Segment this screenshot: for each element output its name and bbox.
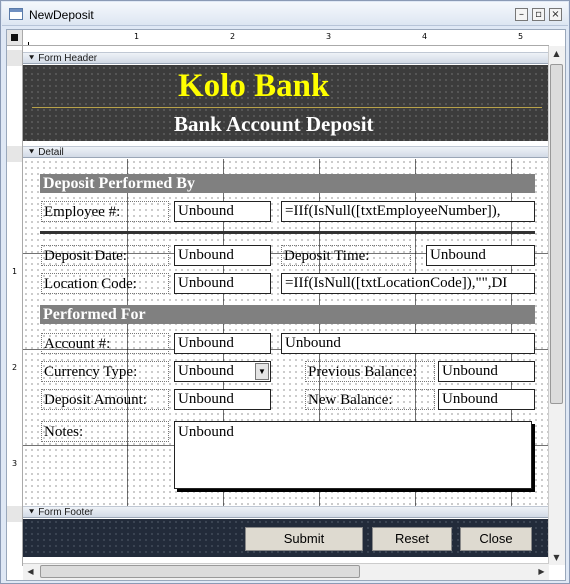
form-header-section: Kolo Bank Bank Account Deposit — [23, 65, 548, 141]
ruler-2: 2 — [230, 32, 236, 41]
ruler-1: 1 — [134, 32, 140, 41]
vruler-1: 1 — [12, 267, 18, 276]
minimize-icon[interactable]: – — [515, 8, 528, 21]
submit-button[interactable]: Submit — [245, 527, 363, 551]
ruler-5: 5 — [518, 32, 524, 41]
deposit-amount-label[interactable]: Deposit Amount: — [41, 389, 169, 410]
employee-number-field[interactable]: Unbound — [174, 201, 271, 222]
account-number-label[interactable]: Account #: — [41, 333, 169, 354]
footer-selector[interactable] — [7, 506, 23, 522]
scroll-left-icon[interactable]: ◀ — [23, 564, 38, 579]
performed-by-header[interactable]: Deposit Performed By — [40, 174, 535, 193]
vruler-3: 3 — [12, 459, 18, 468]
close-icon[interactable]: × — [549, 8, 562, 21]
previous-balance-label[interactable]: Previous Balance: — [305, 361, 435, 382]
vertical-scroll-thumb[interactable] — [550, 64, 563, 404]
scroll-down-icon[interactable]: ▼ — [549, 550, 564, 565]
location-code-field[interactable]: Unbound — [174, 273, 271, 294]
horizontal-ruler: 1 2 3 4 5 — [23, 30, 549, 46]
currency-type-combo[interactable]: Unbound ▼ — [174, 361, 271, 382]
header-selector[interactable] — [7, 50, 23, 66]
deposit-date-field[interactable]: Unbound — [174, 245, 271, 266]
form-header-bar[interactable]: ⯆ Form Header — [23, 52, 549, 64]
detail-section: Deposit Performed By Employee #: Unbound… — [23, 159, 549, 506]
employee-label[interactable]: Employee #: — [41, 201, 169, 222]
new-balance-field[interactable]: Unbound — [438, 389, 535, 410]
header-divider — [32, 107, 542, 108]
horizontal-scroll-thumb[interactable] — [40, 565, 360, 578]
currency-type-value: Unbound — [178, 363, 234, 379]
previous-balance-field[interactable]: Unbound — [438, 361, 535, 382]
notes-field[interactable]: Unbound — [174, 421, 532, 489]
notes-label[interactable]: Notes: — [41, 421, 169, 442]
close-button[interactable]: Close — [460, 527, 532, 551]
section-separator — [40, 231, 535, 234]
performed-for-header[interactable]: Performed For — [40, 305, 535, 324]
new-balance-label[interactable]: New Balance: — [305, 389, 435, 410]
form-selector[interactable] — [7, 30, 23, 46]
deposit-date-label[interactable]: Deposit Date: — [41, 245, 169, 266]
vruler-2: 2 — [12, 363, 18, 372]
form-icon — [9, 8, 23, 20]
reset-button[interactable]: Reset — [372, 527, 452, 551]
bank-name-label[interactable]: Kolo Bank — [178, 68, 329, 105]
deposit-amount-field[interactable]: Unbound — [174, 389, 271, 410]
ruler-3: 3 — [326, 32, 332, 41]
vertical-scrollbar[interactable]: ▲ ▼ — [548, 46, 565, 565]
form-footer-section: Submit Reset Close — [23, 519, 549, 557]
vertical-ruler: 1 2 3 — [7, 46, 23, 566]
window-title: NewDeposit — [29, 8, 94, 22]
detail-selector[interactable] — [7, 146, 23, 162]
horizontal-scrollbar[interactable]: ◀ ▶ — [23, 563, 549, 580]
title-bar: NewDeposit – ▫ × — [2, 2, 568, 26]
form-footer-label: Form Footer — [38, 507, 94, 518]
detail-label: Detail — [38, 147, 64, 158]
dropdown-arrow-icon[interactable]: ▼ — [255, 363, 269, 380]
location-code-label[interactable]: Location Code: — [41, 273, 169, 294]
account-number-field[interactable]: Unbound — [174, 333, 271, 354]
form-header-label: Form Header — [38, 53, 98, 64]
deposit-time-label[interactable]: Deposit Time: — [281, 245, 411, 266]
restore-icon[interactable]: ▫ — [532, 8, 545, 21]
form-window: NewDeposit – ▫ × 1 2 3 4 5 1 2 3 ⯆ Form H… — [0, 0, 570, 584]
form-footer-bar[interactable]: ⯆ Form Footer — [23, 506, 549, 518]
detail-bar[interactable]: ⯆ Detail — [23, 146, 549, 158]
location-name-field[interactable]: =IIf(IsNull([txtLocationCode]),"",DI — [281, 273, 535, 294]
scroll-up-icon[interactable]: ▲ — [549, 46, 564, 61]
currency-type-label[interactable]: Currency Type: — [41, 361, 169, 382]
employee-name-field[interactable]: =IIf(IsNull([txtEmployeeNumber]), — [281, 201, 535, 222]
deposit-time-field[interactable]: Unbound — [426, 245, 535, 266]
design-surface: 1 2 3 4 5 1 2 3 ⯆ Form Header Kolo Bank B… — [6, 29, 566, 581]
ruler-4: 4 — [422, 32, 428, 41]
form-subtitle[interactable]: Bank Account Deposit — [174, 112, 374, 137]
customer-name-field[interactable]: Unbound — [281, 333, 535, 354]
scroll-right-icon[interactable]: ▶ — [534, 564, 549, 579]
